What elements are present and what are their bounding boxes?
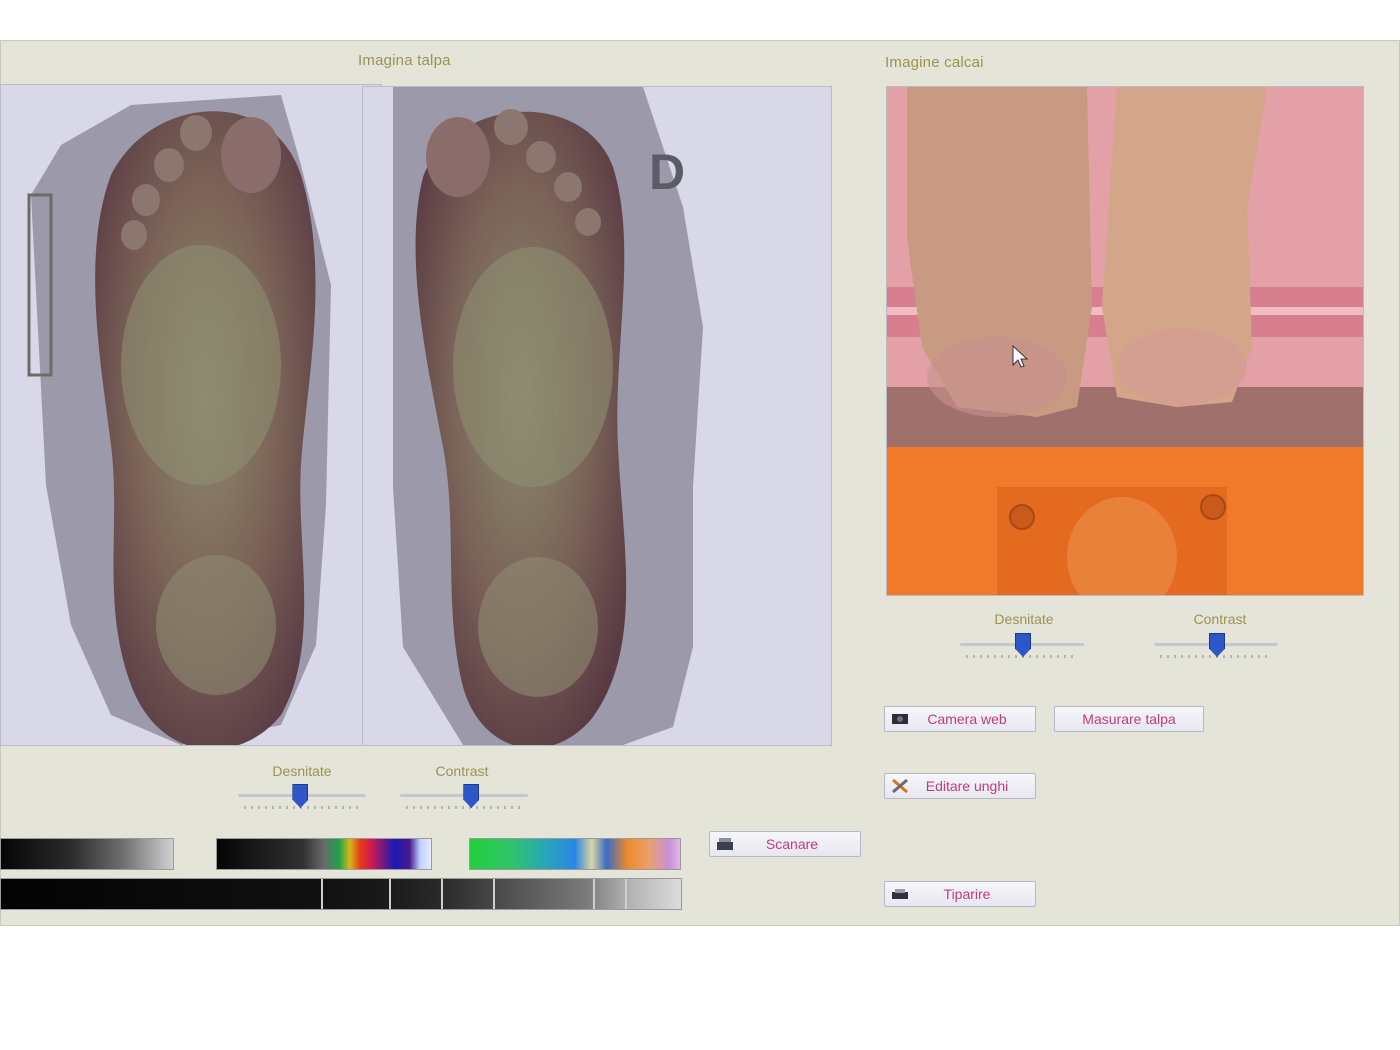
heel-photo (887, 87, 1363, 595)
heel-image (886, 86, 1364, 596)
print-label: Tiparire (943, 886, 991, 902)
right-sole-image: D (362, 86, 832, 746)
heel-density-slider[interactable] (960, 633, 1084, 661)
heel-contrast-label: Contrast (1193, 611, 1247, 627)
sole-contrast-slider[interactable] (400, 784, 528, 812)
camera-web-button[interactable]: Camera web (884, 706, 1036, 732)
heel-image-label: Imagine calcai (885, 54, 984, 71)
grayscale-palette[interactable] (0, 838, 174, 870)
sole-density-thumb[interactable] (292, 784, 309, 808)
measure-sole-label: Masurare talpa (1082, 711, 1176, 727)
sole-density-slider[interactable] (238, 784, 366, 812)
heat-palette[interactable] (216, 838, 432, 870)
grayscale-steps-palette[interactable] (0, 878, 682, 910)
mouse-pointer-icon (1012, 345, 1028, 368)
heel-density-label: Desnitate (994, 611, 1054, 627)
heel-contrast-thumb[interactable] (1209, 633, 1225, 657)
rainbow-palette[interactable] (469, 838, 681, 870)
scan-button[interactable]: Scanare (709, 831, 861, 857)
camera-web-label: Camera web (927, 711, 1007, 727)
heel-density-thumb[interactable] (1015, 633, 1031, 657)
webcam-icon (892, 714, 908, 724)
sole-density-label: Desnitate (272, 763, 332, 779)
printer-icon (892, 889, 908, 899)
scan-label: Scanare (765, 836, 819, 852)
tools-cross-icon (892, 778, 908, 794)
sole-image-label: Imagina talpa (358, 52, 451, 69)
left-sole-scan (1, 85, 381, 745)
panel-letter: D (649, 144, 686, 200)
edit-angles-button[interactable]: Editare unghi (884, 773, 1036, 799)
heel-contrast-slider[interactable] (1154, 633, 1278, 661)
left-sole-image (0, 84, 382, 746)
edit-angles-label: Editare unghi (925, 778, 1009, 794)
sole-contrast-label: Contrast (435, 763, 489, 779)
right-sole-scan (363, 87, 831, 745)
scanner-icon (717, 838, 733, 850)
print-button[interactable]: Tiparire (884, 881, 1036, 907)
app-window: Imagina talpa Imagine calcai D Desnitate… (0, 40, 1400, 926)
sole-contrast-thumb[interactable] (463, 784, 480, 808)
measure-sole-button[interactable]: Masurare talpa (1054, 706, 1204, 732)
